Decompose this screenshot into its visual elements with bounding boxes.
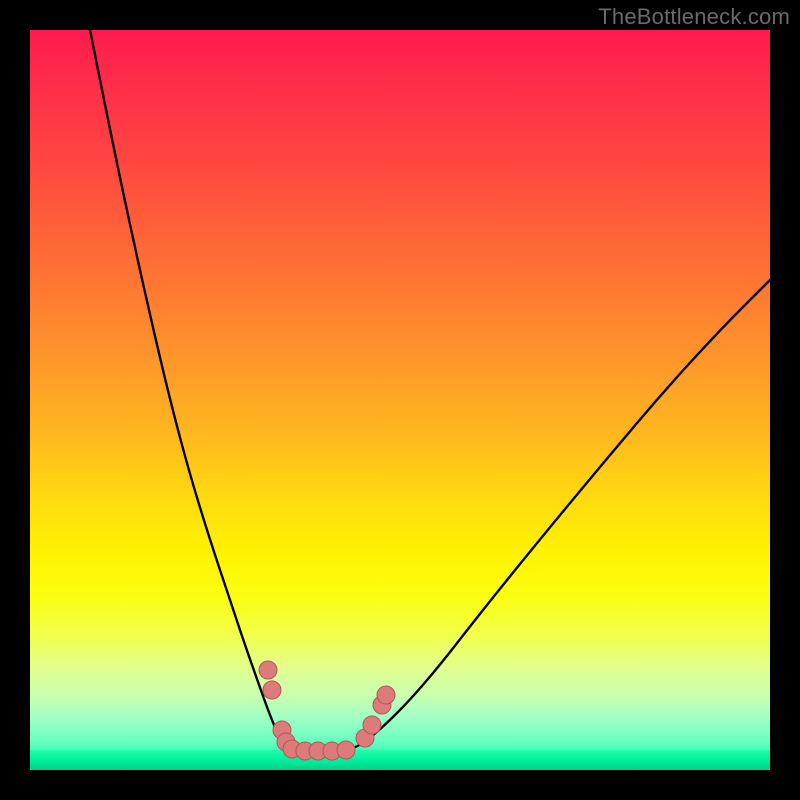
chart-frame: TheBottleneck.com <box>0 0 800 800</box>
trough-markers <box>259 661 395 760</box>
plot-area <box>30 30 770 770</box>
trough-marker <box>337 741 355 759</box>
curve-layer <box>30 30 770 770</box>
trough-marker <box>377 686 395 704</box>
watermark-text: TheBottleneck.com <box>598 4 790 30</box>
trough-marker <box>263 681 281 699</box>
trough-marker <box>259 661 277 679</box>
trough-marker <box>363 716 381 734</box>
v-curve-path <box>90 30 770 751</box>
